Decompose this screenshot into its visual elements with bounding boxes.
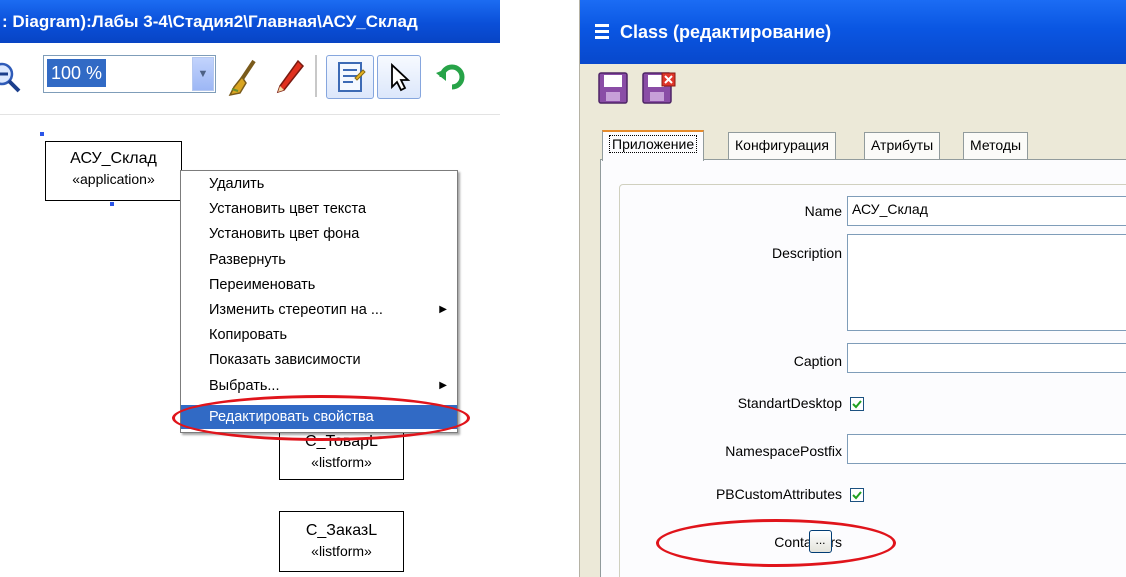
class-edit-window: Class (редактирование) Приложение Конфиг… [579,0,1126,577]
submenu-arrow-icon: ▶ [439,304,447,315]
menu-item-rename[interactable]: Переименовать [181,274,457,296]
name-field[interactable]: АСУ_Склад [847,196,1126,226]
diagram-panel: : Diagram):Лабы 3-4\Стадия2\Главная\АСУ_… [0,0,500,577]
tab-methods[interactable]: Методы [963,132,1029,159]
menu-item-change-stereotype[interactable]: Изменить стереотип на ... ▶ [181,299,457,321]
diagram-title-bar: : Diagram):Лабы 3-4\Стадия2\Главная\АСУ_… [0,0,500,43]
tab-panel-application: Name АСУ_Склад Description ▲ ▼ Caption S… [600,159,1126,577]
standart-desktop-label: StandartDesktop [737,395,842,411]
pointer-button[interactable] [377,55,421,99]
menu-item-edit-properties[interactable]: Редактировать свойства [181,405,457,429]
menu-item-delete[interactable]: Удалить [181,173,457,195]
uml-element-stereotype: «listform» [311,543,372,559]
properties-group: Name АСУ_Склад Description ▲ ▼ Caption S… [619,184,1126,577]
zoom-value: 100 % [47,59,107,87]
notepad-icon [338,62,366,92]
caption-field[interactable] [847,343,1126,373]
uml-element-asu-sklad[interactable]: АСУ_Склад «application» [45,141,182,201]
selection-handle[interactable] [110,202,114,206]
context-menu: Удалить Установить цвет текста Установит… [180,170,458,433]
uml-element-c-zakaz[interactable]: С_ЗаказL «listform» [279,511,404,572]
save-close-icon[interactable] [642,72,676,107]
description-field[interactable]: ▲ ▼ [847,234,1126,331]
tab-attributes[interactable]: Атрибуты [864,132,941,159]
tab-application[interactable]: Приложение [602,130,705,161]
zoom-out-icon[interactable] [0,61,24,95]
menu-item-select[interactable]: Выбрать... ▶ [181,375,457,397]
notepad-button[interactable] [326,55,374,99]
window-title-bar: Class (редактирование) [580,0,1126,64]
submenu-arrow-icon: ▶ [439,380,447,391]
save-icon[interactable] [598,72,628,107]
diagram-toolbar: 100 % ▼ [0,43,500,115]
chevron-down-icon[interactable]: ▼ [192,57,214,91]
description-label: Description [771,245,842,261]
name-label: Name [804,203,842,219]
standart-desktop-checkbox[interactable] [850,397,864,411]
brush-icon[interactable] [226,57,260,97]
checkmark-icon [852,400,862,409]
menu-item-show-dependencies[interactable]: Показать зависимости [181,349,457,371]
tab-configuration[interactable]: Конфигурация [728,132,836,159]
window-title: Class (редактирование) [620,22,832,42]
window-menu-icon[interactable] [594,22,610,43]
uml-element-name: АСУ_Склад [70,150,157,167]
pb-custom-attributes-checkbox[interactable] [850,488,864,502]
uml-element-stereotype: «application» [72,171,155,187]
uml-element-name: С_ЗаказL [305,522,378,539]
containers-browse-button[interactable]: ... [809,530,832,553]
zoom-combobox[interactable]: 100 % ▼ [43,55,216,93]
caption-label: Caption [793,353,842,369]
selection-handle[interactable] [40,132,44,136]
pointer-arrow-icon [391,62,411,92]
pencil-icon[interactable] [272,57,306,97]
uml-element-stereotype: «listform» [311,454,372,470]
menu-item-copy[interactable]: Копировать [181,324,457,346]
undo-icon[interactable] [432,57,472,97]
uml-element-name: С_ТоварL [305,433,378,450]
checkmark-icon [852,491,862,500]
namespace-postfix-field[interactable] [847,434,1126,464]
pb-custom-attributes-label: PBCustomAttributes [715,486,842,502]
menu-item-expand[interactable]: Развернуть [181,249,457,271]
namespace-postfix-label: NamespacePostfix [725,443,842,459]
menu-item-set-text-color[interactable]: Установить цвет текста [181,198,457,220]
menu-item-set-background-color[interactable]: Установить цвет фона [181,223,457,245]
toolbar-separator [315,55,317,97]
